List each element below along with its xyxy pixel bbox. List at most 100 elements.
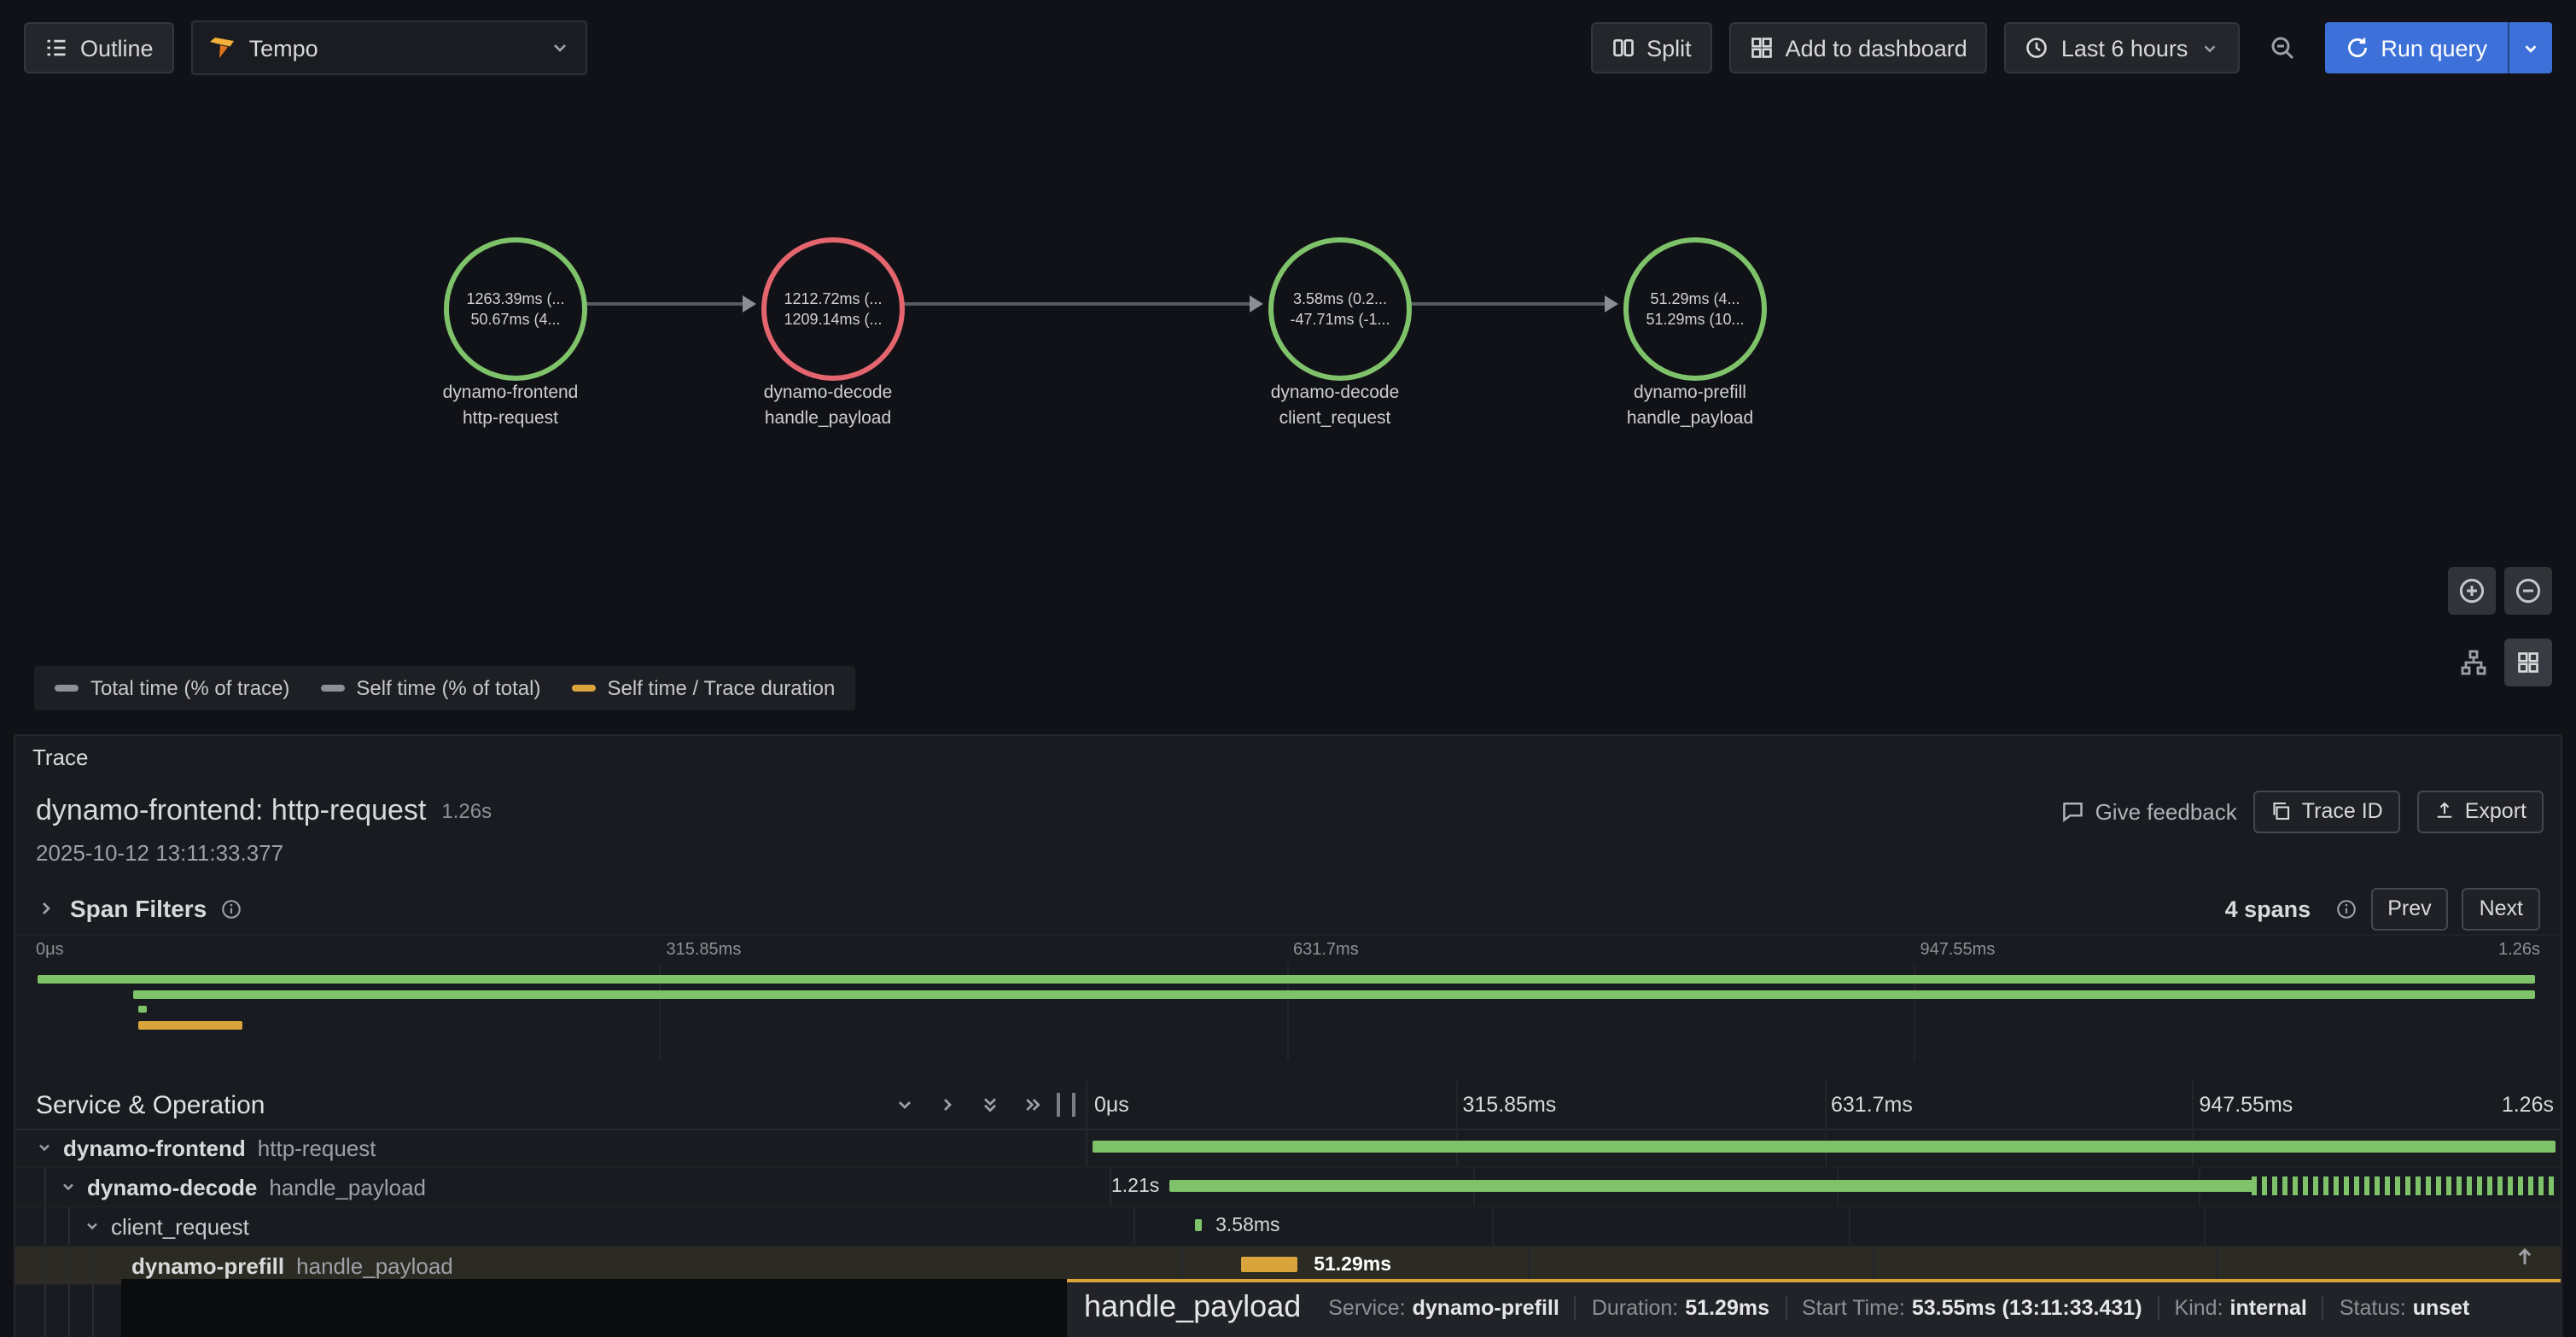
legend-total-time[interactable]: Total time (% of trace) [55,676,289,700]
timeline-minimap[interactable] [32,965,2540,1060]
give-feedback-link[interactable]: Give feedback [2061,798,2237,824]
timeline-tick: 1.26s [2502,1081,2554,1129]
grid-layout-button[interactable] [2504,639,2552,686]
expand-one-icon[interactable] [937,1095,958,1115]
collapse-one-icon[interactable] [895,1095,915,1115]
info-circle-icon [220,897,242,920]
tree-layout-icon[interactable] [2460,649,2487,676]
indent-guide [92,1279,94,1337]
span-filters-row: Span Filters 4 spans Prev Next [15,883,2561,936]
minus-circle-icon [2515,577,2542,604]
indent-guide [68,1279,70,1337]
run-query-main-button[interactable]: Run query [2324,22,2508,73]
chevron-down-icon [550,38,570,58]
node-stat-1: 1212.72ms (... [784,290,882,307]
node-graph-panel: 1263.39ms (... 50.67ms (4... dynamo-fron… [0,96,2576,734]
clock-icon [2025,36,2049,60]
export-button[interactable]: Export [2417,790,2544,832]
time-zoom-out-button[interactable] [2256,22,2307,73]
grafana-explore: Outline Tempo Split Add to dashboard [0,0,2576,1337]
timeline-tick: 947.55ms [2200,1081,2293,1129]
span-bar-selected[interactable] [1242,1257,1298,1272]
legend-self-time[interactable]: Self time (% of total) [320,676,540,700]
separator [2158,1295,2159,1319]
expand-all-icon[interactable] [1023,1095,1043,1115]
span-detail-meta: Service:dynamo-prefill Duration:51.29ms … [1328,1295,2469,1319]
chevron-down-icon[interactable] [60,1178,77,1195]
grid-layout-icon [2516,651,2540,674]
zoom-out-button[interactable] [2504,567,2552,615]
copy-icon [2271,801,2292,821]
span-row-handle-payload-decode[interactable]: dynamo-decode handle_payload 1.21s [15,1168,2561,1207]
magnifier-minus-icon [2268,34,2295,61]
node-label: dynamo-decode client_request [1207,381,1463,431]
next-span-button[interactable]: Next [2462,887,2540,930]
span-row-client-request[interactable]: client_request 3.58ms [15,1207,2561,1247]
time-range-picker[interactable]: Last 6 hours [2005,22,2240,73]
indent-guide [44,1279,46,1337]
run-query-button: Run query [2324,22,2552,73]
outline-label: Outline [80,35,154,61]
service-operation-header: Service & Operation [36,1090,265,1119]
separator [1575,1295,1576,1319]
span-bar[interactable] [1195,1219,1202,1231]
timeline-tick: 631.7ms [1831,1081,1913,1129]
legend-dash-icon [55,685,79,692]
span-filters-label[interactable]: Span Filters [70,895,207,922]
span-count: 4 spans [2225,896,2311,921]
collapse-all-icon[interactable] [980,1095,1000,1115]
comment-icon [2061,799,2085,823]
zoom-in-button[interactable] [2448,567,2496,615]
node-stat-1: 1263.39ms (... [466,290,564,307]
node-graph-zoom-controls [2448,567,2552,615]
split-button[interactable]: Split [1590,22,1712,73]
span-bar[interactable] [1092,1141,2556,1153]
add-to-dashboard-button[interactable]: Add to dashboard [1729,22,1988,73]
span-bar[interactable] [1169,1180,2558,1192]
run-query-dropdown[interactable] [2508,22,2552,73]
legend-self-trace-duration[interactable]: Self time / Trace duration [572,676,836,700]
scroll-to-top-icon[interactable] [2513,1245,2537,1269]
node-dynamo-decode-handle-payload[interactable]: 1212.72ms (... 1209.14ms (... [761,237,905,381]
span-row-http-request[interactable]: dynamo-frontend http-request [15,1129,2561,1168]
chevron-down-icon[interactable] [84,1217,101,1235]
node-dynamo-frontend-http-request[interactable]: 1263.39ms (... 50.67ms (4... [444,237,587,381]
span-detail-title: handle_payload [1084,1289,1301,1325]
span-table-header: Service & Operation [15,1081,2561,1130]
chevron-down-icon [2200,38,2218,57]
split-label: Split [1646,35,1692,61]
node-label: dynamo-decode handle_payload [700,381,956,431]
outline-button[interactable]: Outline [24,22,174,73]
edge-arrow [1410,302,1605,306]
minimap-span-bar [38,975,2535,984]
node-graph-legend: Total time (% of trace) Self time (% of … [34,666,855,710]
node-dynamo-prefill-handle-payload[interactable]: 51.29ms (4... 51.29ms (10... [1623,237,1767,381]
column-resize-handle[interactable] [1057,1093,1075,1117]
span-detail-row: handle_payload Service:dynamo-prefill Du… [15,1279,2561,1337]
separator [2322,1295,2324,1319]
node-stat-1: 51.29ms (4... [1650,290,1740,307]
indent-guide [44,1207,46,1245]
node-stat-2: 50.67ms (4... [470,311,560,328]
gridline [1456,1081,1458,1129]
datasource-picker[interactable]: Tempo [191,20,587,75]
span-detail-panel[interactable]: handle_payload Service:dynamo-prefill Du… [1067,1279,2561,1337]
toolbar: Outline Tempo Split Add to dashboard [0,0,2576,96]
chevron-down-icon[interactable] [36,1139,53,1156]
span-detail-left [15,1279,1067,1337]
edge-arrow [586,302,743,306]
trace-id-button[interactable]: Trace ID [2254,790,2400,832]
trace-panel: Trace dynamo-frontend: http-request 1.26… [14,734,2562,1337]
chevron-right-icon[interactable] [36,898,56,919]
prev-span-button[interactable]: Prev [2370,887,2448,930]
time-range-label: Last 6 hours [2061,35,2188,61]
chevron-down-icon [2521,38,2540,57]
span-duration-label: 1.21s [1111,1168,1159,1206]
span-duration-label: 3.58ms [1215,1207,1279,1245]
outline-icon [44,36,68,60]
gridline [1492,1207,1494,1245]
timeline-tick: 315.85ms [1463,1081,1557,1129]
node-dynamo-decode-client-request[interactable]: 3.58ms (0.2... -47.71ms (-1... [1268,237,1412,381]
legend-dash-icon [572,685,596,692]
minimap-ticks: 0μs 315.85ms 631.7ms 947.55ms 1.26s [32,941,2540,963]
